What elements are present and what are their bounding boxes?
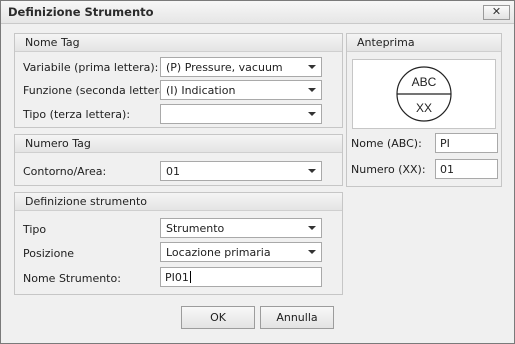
posizione-label: Posizione — [23, 247, 75, 260]
tipo-strumento-select[interactable]: Strumento — [160, 218, 322, 238]
nome-strumento-value: PI01 — [165, 271, 191, 284]
nome-abc-label: Nome (ABC): — [351, 137, 422, 150]
chevron-down-icon — [308, 250, 316, 254]
ok-button[interactable]: OK — [181, 306, 255, 329]
preview-xx-text: XX — [416, 101, 432, 115]
group-nome-tag-header: Nome Tag — [15, 34, 342, 52]
close-button[interactable]: ✕ — [483, 5, 510, 20]
contorno-label: Contorno/Area: — [23, 165, 107, 178]
numero-xx-value: 01 — [440, 163, 454, 176]
text-caret — [189, 271, 191, 283]
variabile-value: (P) Pressure, vacuum — [166, 61, 283, 74]
funzione-label: Funzione (seconda lettera): — [23, 84, 174, 97]
funzione-select[interactable]: (I) Indication — [160, 80, 322, 100]
numero-xx-label: Numero (XX): — [351, 163, 426, 176]
chevron-down-icon — [308, 88, 316, 92]
group-definizione-strumento: Definizione strumento Tipo Strumento Pos… — [14, 192, 343, 295]
close-icon: ✕ — [491, 5, 502, 18]
group-numero-tag-header: Numero Tag — [15, 135, 342, 153]
posizione-select[interactable]: Locazione primaria — [160, 242, 322, 262]
numero-xx-input[interactable]: 01 — [435, 159, 498, 179]
instrument-bubble-icon: ABC XX — [396, 66, 452, 122]
group-numero-tag-title: Numero Tag — [25, 137, 91, 150]
group-numero-tag: Numero Tag Contorno/Area: 01 — [14, 134, 343, 186]
group-anteprima-title: Anteprima — [357, 36, 415, 49]
contorno-value: 01 — [166, 165, 180, 178]
group-definizione-header: Definizione strumento — [15, 193, 342, 211]
group-anteprima-header: Anteprima — [347, 34, 501, 52]
tipo-strumento-label: Tipo — [23, 223, 47, 236]
group-definizione-title: Definizione strumento — [25, 195, 148, 208]
nome-abc-value: PI — [440, 137, 450, 150]
funzione-value: (I) Indication — [166, 84, 236, 97]
tipo-lettera-select[interactable] — [160, 104, 322, 124]
tipo-lettera-label: Tipo (terza lettera): — [23, 108, 131, 121]
group-anteprima: Anteprima ABC XX Nome (ABC): PI Numero (… — [346, 33, 502, 187]
nome-strumento-label: Nome Strumento: — [23, 272, 121, 285]
instrument-preview: ABC XX — [352, 59, 496, 129]
contorno-select[interactable]: 01 — [160, 161, 322, 181]
dialog-window: Definizione Strumento ✕ Nome Tag Variabi… — [0, 0, 515, 344]
tipo-strumento-value: Strumento — [166, 222, 225, 235]
variabile-select[interactable]: (P) Pressure, vacuum — [160, 57, 322, 77]
posizione-value: Locazione primaria — [166, 246, 271, 259]
chevron-down-icon — [308, 112, 316, 116]
preview-abc-text: ABC — [412, 75, 437, 89]
chevron-down-icon — [308, 169, 316, 173]
nome-strumento-input[interactable]: PI01 — [160, 267, 322, 287]
chevron-down-icon — [308, 65, 316, 69]
group-nome-tag: Nome Tag Variabile (prima lettera): (P) … — [14, 33, 343, 128]
nome-abc-input[interactable]: PI — [435, 133, 498, 153]
dialog-title: Definizione Strumento — [8, 5, 154, 19]
group-nome-tag-title: Nome Tag — [25, 36, 80, 49]
variabile-label: Variabile (prima lettera): — [23, 61, 159, 74]
chevron-down-icon — [308, 226, 316, 230]
annulla-button[interactable]: Annulla — [260, 306, 334, 329]
title-bar: Definizione Strumento ✕ — [1, 1, 514, 24]
